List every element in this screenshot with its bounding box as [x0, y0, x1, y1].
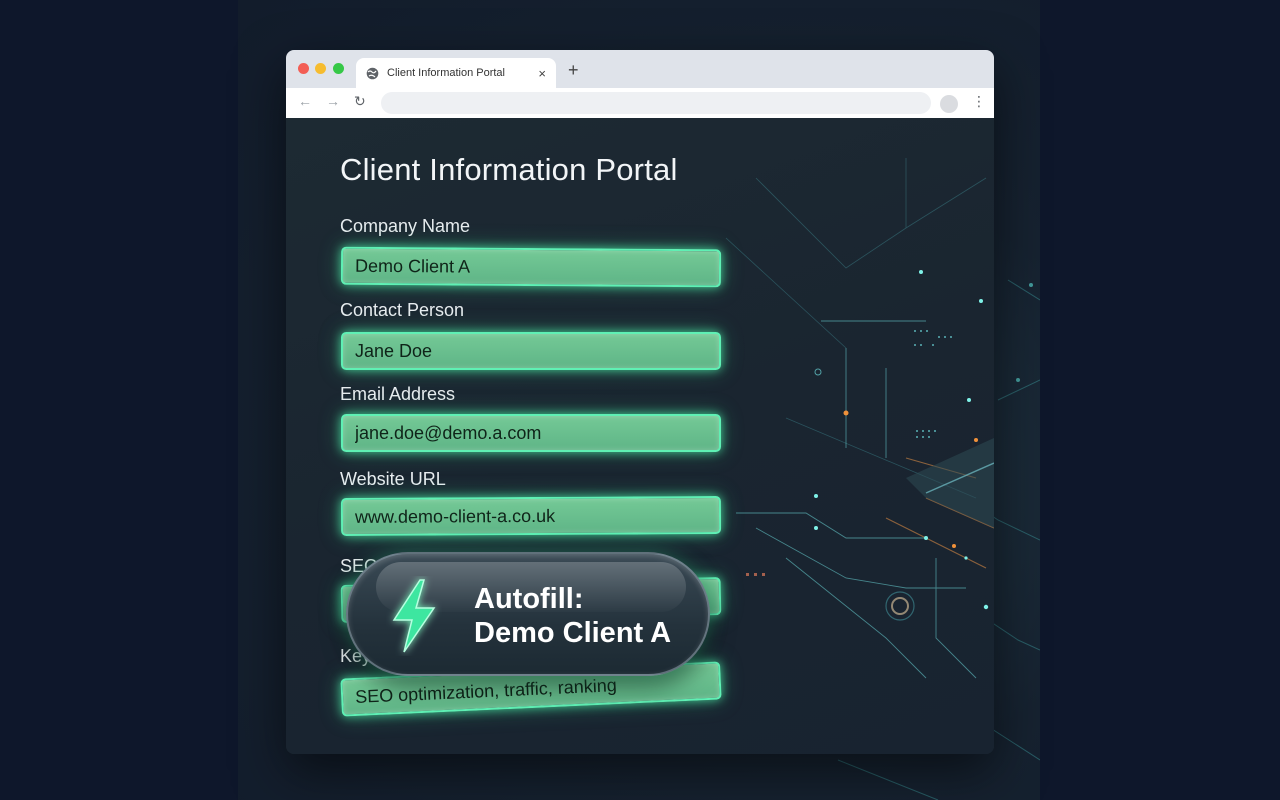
address-bar[interactable]	[381, 92, 931, 114]
profile-avatar-icon[interactable]	[940, 95, 958, 113]
window-close-dot[interactable]	[298, 63, 309, 74]
page-title: Client Information Portal	[340, 152, 678, 187]
email-address-input[interactable]	[341, 414, 721, 452]
kebab-menu-icon[interactable]: ⋮	[972, 94, 986, 108]
autofill-button[interactable]: Autofill: Demo Client A	[346, 552, 710, 676]
reload-icon[interactable]: ↻	[354, 93, 366, 110]
company-name-input[interactable]	[340, 246, 722, 288]
autofill-label-line1: Autofill:	[474, 583, 584, 615]
lightning-bolt-icon	[386, 576, 442, 661]
company-name-label: Company Name	[340, 216, 471, 236]
back-arrow-icon[interactable]: ←	[298, 93, 312, 109]
background-left	[0, 0, 238, 800]
globe-icon	[366, 67, 379, 80]
new-tab-icon[interactable]: +	[568, 61, 579, 79]
forward-arrow-icon[interactable]: →	[326, 93, 340, 109]
tab-title: Client Information Portal	[387, 67, 505, 79]
contact-person-input[interactable]	[341, 332, 721, 370]
browser-titlebar: Client Information Portal × +	[286, 50, 994, 88]
website-url-label: Website URL	[340, 469, 446, 489]
browser-toolbar: ← → ↻ ⋮	[286, 88, 994, 118]
background-right	[1040, 0, 1280, 800]
window-minimize-dot[interactable]	[315, 63, 326, 74]
autofill-button-label: Autofill: Demo Client A	[474, 582, 671, 650]
website-url-input[interactable]	[340, 496, 722, 536]
email-address-label: Email Address	[340, 384, 456, 404]
tab-close-icon[interactable]: ×	[538, 66, 546, 81]
window-maximize-dot[interactable]	[333, 63, 344, 74]
contact-person-label: Contact Person	[340, 300, 465, 320]
browser-tab[interactable]: Client Information Portal ×	[356, 58, 556, 88]
autofill-label-line2: Demo Client A	[474, 617, 672, 649]
